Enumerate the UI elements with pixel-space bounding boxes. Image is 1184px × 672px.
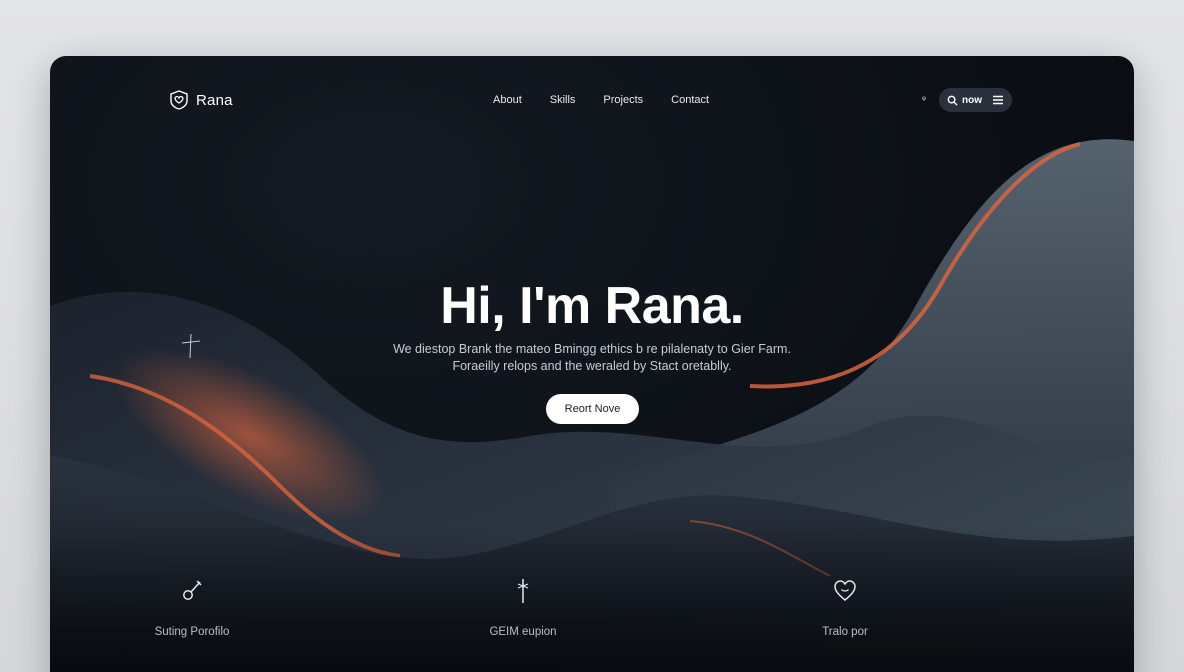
hamburger-menu-icon[interactable] [992, 95, 1004, 105]
pill-label: now [962, 94, 982, 106]
feature-label: GEIM eupion [489, 626, 557, 638]
feature-label: Suting Porofilo [154, 626, 230, 638]
search-icon [947, 95, 958, 106]
feature-item[interactable]: Tralo por [765, 578, 925, 638]
main-nav: About Skills Projects Contact [493, 94, 709, 106]
hero-subtitle: We diestop Brank the mateo Bmingg ethics… [342, 341, 842, 375]
brand-logo[interactable]: Rana [168, 90, 233, 110]
browser-window: Rana About Skills Projects Contact ᵠ now… [50, 56, 1134, 672]
feature-label: Tralo por [822, 626, 868, 638]
hero-title: Hi, I'm Rana. [440, 277, 744, 335]
feature-item[interactable]: GEIM eupion [443, 578, 603, 638]
nav-item-skills[interactable]: Skills [550, 94, 576, 106]
language-toggle[interactable]: ᵠ [922, 94, 926, 104]
nav-item-projects[interactable]: Projects [603, 94, 643, 106]
hero-subtitle-line-2: Foraeilly relops and the weraled by Stac… [452, 359, 732, 373]
brand-name: Rana [196, 91, 233, 109]
nav-item-about[interactable]: About [493, 94, 522, 106]
hero-cta-button[interactable]: Reort Nove [546, 394, 639, 424]
shield-logo-icon [170, 90, 188, 110]
antenna-icon [517, 579, 529, 603]
sparkle-cross-icon [182, 334, 200, 358]
hero-subtitle-line-1: We diestop Brank the mateo Bmingg ethics… [393, 342, 791, 356]
nav-item-contact[interactable]: Contact [671, 94, 709, 106]
heart-icon [834, 580, 856, 601]
search-menu-pill[interactable]: now [939, 88, 1012, 112]
feature-item[interactable]: Suting Porofilo [112, 578, 272, 638]
guitar-icon [183, 580, 202, 600]
